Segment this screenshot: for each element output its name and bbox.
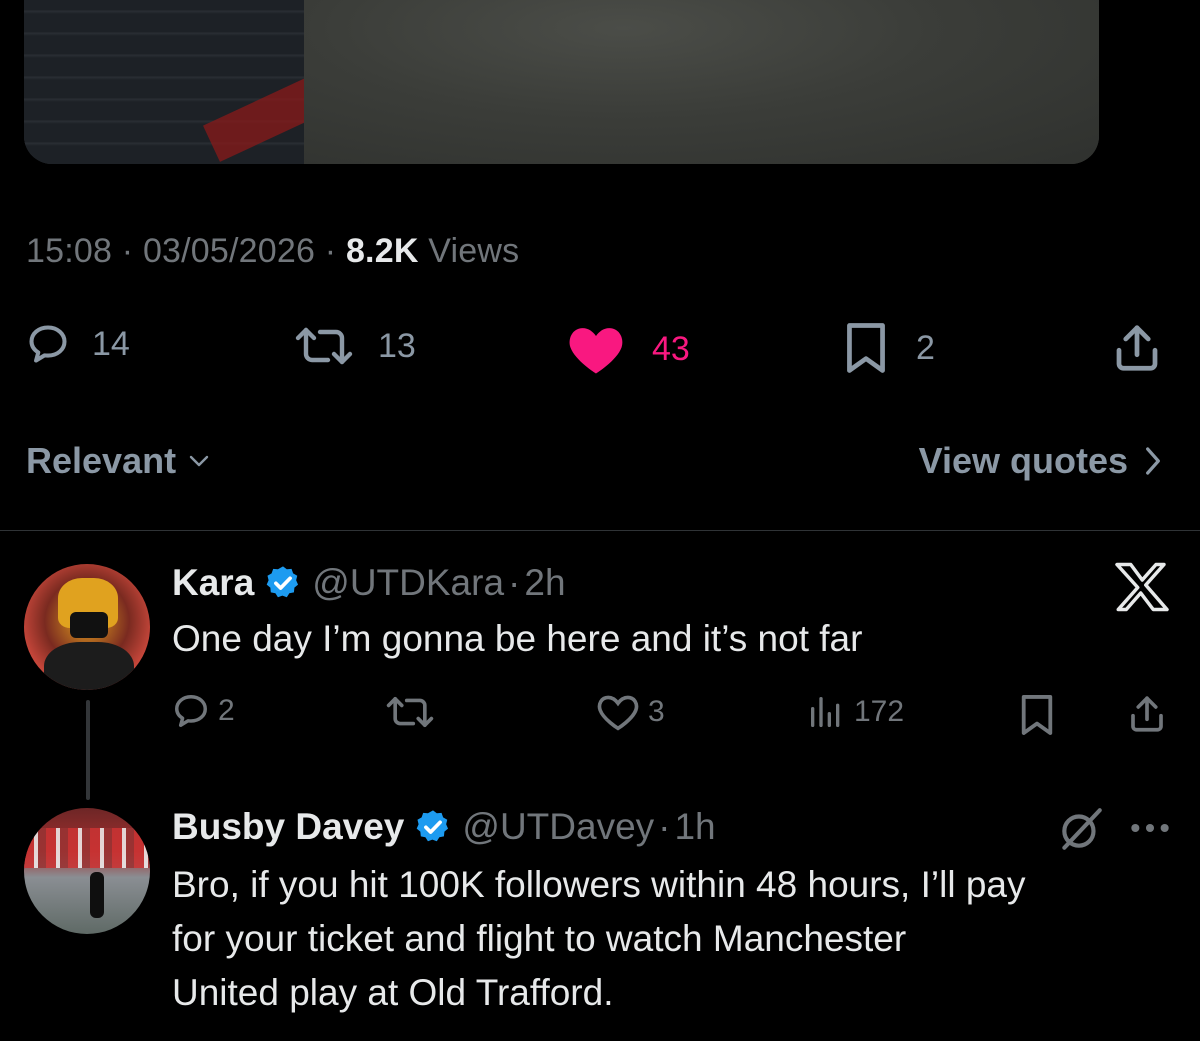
reply-button[interactable]: 14 bbox=[26, 322, 130, 366]
bookmark-button[interactable]: 2 bbox=[842, 322, 935, 374]
like-count: 43 bbox=[652, 329, 690, 368]
repost-icon bbox=[386, 697, 434, 727]
avatar-stadium bbox=[24, 828, 150, 868]
bookmark-icon bbox=[847, 323, 885, 373]
reply-age[interactable]: 2h bbox=[524, 562, 565, 604]
tweet-date[interactable]: 03/05/2026 bbox=[143, 232, 315, 270]
reply-author-handle[interactable]: @UTDKara bbox=[312, 562, 504, 604]
divider bbox=[0, 530, 1200, 531]
reply-text: One day I’m gonna be here and it’s not f… bbox=[172, 618, 863, 659]
verified-badge-icon bbox=[417, 810, 449, 842]
sort-label: Relevant bbox=[26, 440, 177, 481]
reply-author-name[interactable]: Kara bbox=[172, 562, 254, 604]
separator: · bbox=[121, 232, 134, 270]
reply-icon bbox=[175, 695, 207, 727]
views-count: 8.2K bbox=[345, 232, 419, 270]
separator: · bbox=[658, 806, 671, 847]
bookmark-count: 2 bbox=[916, 328, 935, 367]
chevron-down-icon bbox=[189, 455, 209, 467]
thread-connector-line bbox=[86, 700, 90, 800]
reply-views-button[interactable]: 172 bbox=[806, 692, 904, 732]
repost-count: 13 bbox=[378, 326, 416, 365]
repost-icon bbox=[295, 327, 353, 365]
reply-age[interactable]: 1h bbox=[674, 806, 715, 848]
avatar[interactable] bbox=[24, 808, 150, 934]
like-button[interactable]: 43 bbox=[566, 322, 690, 376]
reply-text: Bro, if you hit 100K followers within 48… bbox=[172, 858, 1025, 1020]
views-label: Views bbox=[428, 232, 520, 270]
reply-reply-button[interactable]: 2 bbox=[172, 692, 235, 730]
reply-text-line: for your ticket and flight to watch Manc… bbox=[172, 918, 907, 959]
avatar-body bbox=[44, 642, 134, 690]
reply-text-line: Bro, if you hit 100K followers within 48… bbox=[172, 864, 1026, 905]
tweet-media-image[interactable] bbox=[24, 0, 1099, 164]
view-quotes-label: View quotes bbox=[918, 440, 1128, 481]
reply-repost-button[interactable] bbox=[382, 692, 438, 732]
avatar[interactable] bbox=[24, 564, 150, 690]
share-icon bbox=[1131, 696, 1163, 732]
reply-sort-dropdown[interactable]: Relevant bbox=[26, 440, 214, 482]
reply-icon bbox=[29, 325, 67, 363]
separator: · bbox=[324, 232, 337, 270]
share-button[interactable] bbox=[1110, 320, 1164, 376]
reply-like-count: 3 bbox=[648, 695, 665, 728]
more-options-icon[interactable] bbox=[1128, 808, 1172, 853]
reply-like-button[interactable]: 3 bbox=[596, 692, 665, 732]
views-chart-icon bbox=[811, 697, 840, 727]
tweet-time[interactable]: 15:08 bbox=[26, 232, 112, 270]
photo-jacket-region bbox=[24, 0, 344, 164]
avatar-person bbox=[90, 872, 104, 918]
photo-hoodie-region bbox=[304, 0, 1099, 164]
reply-views-count: 172 bbox=[854, 695, 905, 728]
grok-icon[interactable] bbox=[1056, 806, 1106, 857]
reply-header: Kara @UTDKara · 2h bbox=[172, 562, 566, 604]
reply-bookmark-button[interactable] bbox=[1018, 694, 1056, 736]
verified-badge-icon bbox=[266, 566, 299, 598]
view-quotes-link[interactable]: View quotes bbox=[919, 440, 1164, 482]
reply-count: 14 bbox=[92, 324, 130, 363]
avatar-mask bbox=[70, 612, 108, 638]
heart-icon bbox=[597, 695, 639, 731]
reply-author-name[interactable]: Busby Davey bbox=[172, 806, 404, 848]
bookmark-icon bbox=[1021, 695, 1053, 735]
chevron-right-icon bbox=[1146, 447, 1160, 475]
tweet-timestamp-line: 15:08 · 03/05/2026 · 8.2K Views bbox=[26, 232, 519, 271]
reply-author-handle[interactable]: @UTDavey bbox=[462, 806, 654, 848]
reply-reply-count: 2 bbox=[218, 694, 235, 727]
x-logo-icon[interactable] bbox=[1112, 562, 1172, 617]
heart-filled-icon bbox=[569, 328, 623, 374]
reply-share-button[interactable] bbox=[1126, 692, 1168, 736]
repost-button[interactable]: 13 bbox=[290, 322, 416, 370]
share-icon bbox=[1116, 325, 1158, 371]
separator: · bbox=[508, 562, 521, 603]
reply-text-line: United play at Old Trafford. bbox=[172, 972, 614, 1013]
reply-header: Busby Davey @UTDavey · 1h bbox=[172, 806, 716, 848]
